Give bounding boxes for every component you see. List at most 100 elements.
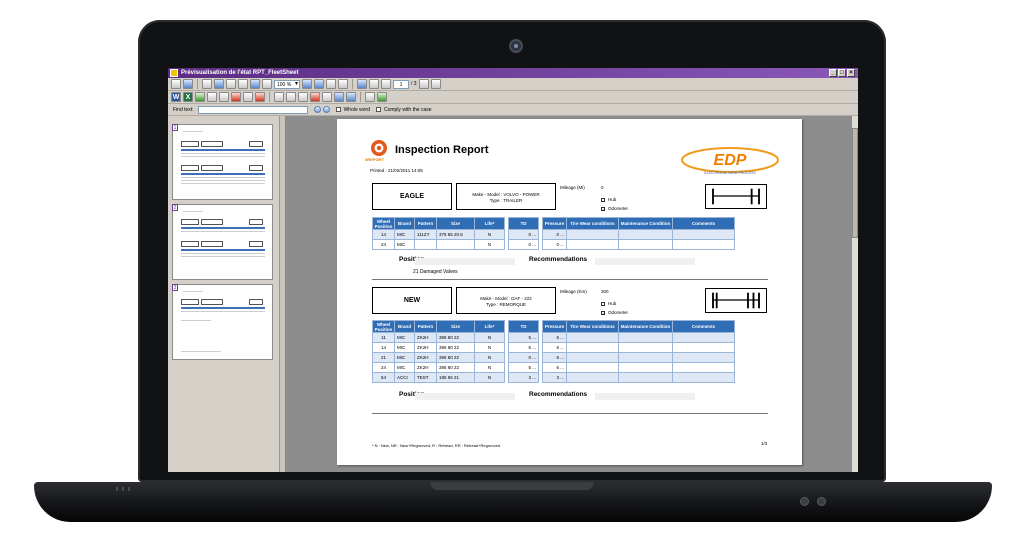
full-page-icon[interactable]: [262, 79, 272, 89]
audio-port-icon: [800, 497, 809, 506]
cell-tire-wear: [566, 229, 619, 240]
status-led-icon: [128, 487, 130, 491]
thumbnail-page-3[interactable]: 3: [172, 284, 273, 360]
column-header-tire-wear: Tire Wear conditions: [566, 320, 619, 333]
odometer-label: Odometer: [608, 310, 629, 315]
hand-tool-icon[interactable]: [357, 79, 367, 89]
edp-logo: EDP ELECTRONIC DATA PROCESS: [681, 147, 779, 175]
thumbnail-box: [249, 299, 263, 305]
marker-icon[interactable]: [310, 92, 320, 102]
find-next-icon[interactable]: [322, 106, 330, 113]
zoom-select[interactable]: 100 %: [274, 79, 300, 89]
thumbnail-box: [249, 219, 263, 225]
thumbnail-box: [201, 165, 223, 171]
export-text-icon[interactable]: [219, 92, 229, 102]
cell-wheel-position: 24: [372, 362, 395, 373]
thumbnail-box: [201, 141, 223, 147]
column-header-wheel-position: Wheel Position: [372, 217, 395, 230]
position-field: [415, 258, 515, 265]
thumbnail-text-line: [183, 291, 203, 292]
pen-icon[interactable]: [298, 92, 308, 102]
cell-brand: MIC: [394, 362, 415, 373]
cell-td: 0 ...: [508, 239, 539, 250]
export-xml-icon[interactable]: [207, 92, 217, 102]
print-all-icon[interactable]: [365, 92, 375, 102]
mileage-label: Mileage (Km): [560, 289, 587, 294]
edp-logo-subtext: ELECTRONIC DATA PROCESS: [704, 171, 756, 175]
thumbnail-page-2[interactable]: 2: [172, 204, 273, 280]
arrow-icon[interactable]: [286, 92, 296, 102]
cell-comments: [672, 352, 735, 363]
page-number: 1/3: [761, 441, 768, 446]
copy-icon[interactable]: [202, 79, 212, 89]
first-page-icon[interactable]: [369, 79, 379, 89]
two-pages-icon[interactable]: [238, 79, 248, 89]
page-setup-icon[interactable]: [214, 79, 224, 89]
scrollbar-thumb[interactable]: [852, 128, 858, 238]
logo-caption: 3REPORT: [365, 157, 384, 162]
footnote: * N : New, NR : New+Regrooved, R : Retre…: [372, 443, 501, 448]
cell-brand: ACCI: [394, 372, 415, 383]
cell-size: 395 80 22: [436, 342, 475, 353]
table-row: 54 ACCI TEST 185 65 21 N 3 ... 3 ...: [372, 372, 735, 383]
zoom-out-icon[interactable]: [314, 79, 324, 89]
cell-comments: [672, 229, 735, 240]
previous-page-icon[interactable]: [381, 79, 391, 89]
whole-word-checkbox[interactable]: [335, 107, 341, 112]
multi-pages-icon[interactable]: [250, 79, 260, 89]
axle-diagram-icon: [705, 184, 767, 209]
page-number-input[interactable]: 1: [393, 79, 409, 89]
report-logo-icon: [371, 140, 387, 156]
find-previous-icon[interactable]: [313, 106, 321, 113]
export-word-icon[interactable]: W: [171, 92, 181, 102]
column-header-pressure: Pressure: [542, 320, 567, 333]
export-html-icon[interactable]: [195, 92, 205, 102]
help-icon[interactable]: [377, 92, 387, 102]
printer-icon[interactable]: [171, 79, 181, 89]
thumbnail-box: [181, 299, 199, 305]
annotate-icon[interactable]: [274, 92, 284, 102]
find-bar: Find text: Whole word Comply with the ca…: [168, 104, 858, 116]
print-setup-icon[interactable]: [183, 79, 193, 89]
fit-width-icon[interactable]: [338, 79, 348, 89]
audio-port-icon: [817, 497, 826, 506]
cell-pressure: 6 ...: [542, 332, 567, 343]
thumbnail-box: [249, 141, 263, 147]
cell-maintenance: [618, 352, 673, 363]
cell-brand: MIC: [394, 352, 415, 363]
tire-table-2: Wheel Position Brand Pattern Size Life* TD Pre…: [372, 320, 735, 383]
cell-pattern: ZK2H: [414, 362, 437, 373]
export-rtf-icon[interactable]: [255, 92, 265, 102]
match-case-checkbox[interactable]: [375, 107, 381, 112]
cell-maintenance: [618, 332, 673, 343]
cell-comments: [672, 332, 735, 343]
table-row: 14 MIC 111ZY 375 65 20.5 N 0 ... 0 ...: [372, 229, 735, 240]
eraser-icon[interactable]: [322, 92, 332, 102]
export-pdf-icon[interactable]: [231, 92, 241, 102]
make-model-box: Make - Model : VOLVO - POWER Type : TRAI…: [456, 183, 556, 210]
maximize-button[interactable]: □: [838, 69, 846, 77]
table-header-row: Wheel Position Brand Pattern Size Life* TD Pre…: [372, 320, 735, 333]
table-row: 11 MIC ZK2H 395 80 22 N 5 ... 6 ...: [372, 332, 735, 343]
hub-label: Hub: [608, 301, 617, 306]
cell-size: 395 80 22: [436, 332, 475, 343]
next-page-icon[interactable]: [418, 79, 429, 89]
minimize-button[interactable]: _: [829, 69, 837, 77]
export-image-icon[interactable]: [243, 92, 253, 102]
checkbox-icon: [601, 197, 605, 202]
email-icon[interactable]: [334, 92, 344, 102]
last-page-icon[interactable]: [430, 79, 441, 89]
close-button[interactable]: ×: [847, 69, 855, 77]
single-page-icon[interactable]: [226, 79, 236, 89]
cell-pattern: ZK2H: [414, 342, 437, 353]
table-row: 24 MIC N 0 ... 0 ...: [372, 239, 735, 250]
status-led-icon: [122, 487, 124, 491]
save-icon[interactable]: [346, 92, 356, 102]
table-row: 14 MIC ZK2H 395 80 22 N 5 ... 6 ...: [372, 342, 735, 353]
thumbnail-page-1[interactable]: 1: [172, 124, 273, 200]
find-text-input[interactable]: [197, 105, 308, 114]
fit-page-icon[interactable]: [326, 79, 336, 89]
zoom-in-icon[interactable]: [302, 79, 312, 89]
export-excel-icon[interactable]: X: [183, 92, 193, 102]
vertical-scrollbar[interactable]: [852, 116, 858, 472]
